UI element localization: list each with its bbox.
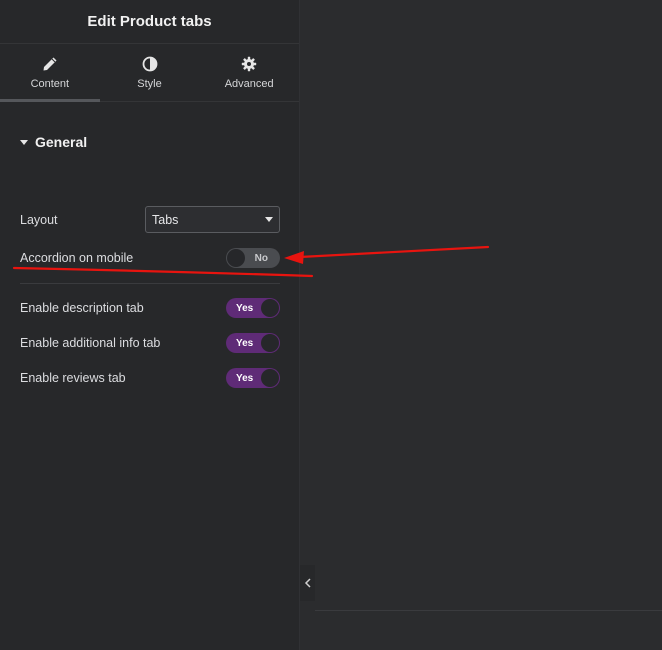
accordion-row: Accordion on mobile No [20,248,280,268]
panel-title: Edit Product tabs [87,13,212,30]
reviews-tab-toggle-state: Yes [236,372,254,384]
panel-header: Edit Product tabs [0,0,299,44]
annotation-arrow-line [298,245,490,259]
layout-select[interactable]: Tabs [145,206,280,233]
collapse-panel-button[interactable] [300,565,315,601]
tab-style-label: Style [137,77,162,90]
additional-info-tab-toggle[interactable]: Yes [226,333,280,353]
divider [20,283,280,284]
layout-label: Layout [20,212,58,227]
toggle-knob [261,334,279,352]
toggle-knob [261,369,279,387]
chevron-left-icon [304,578,311,588]
description-tab-toggle[interactable]: Yes [226,298,280,318]
contrast-icon [142,56,157,71]
preview-divider [315,610,662,611]
tab-advanced[interactable]: Advanced [199,44,299,101]
pencil-icon [43,57,57,70]
accordion-toggle-state: No [254,252,268,264]
panel-tabs: Content Style Advanced [0,44,299,102]
toggle-knob [261,299,279,317]
gear-icon [241,56,257,71]
reviews-tab-label: Enable reviews tab [20,371,126,385]
reviews-tab-row: Enable reviews tab Yes [20,368,280,388]
toggle-knob [227,249,245,267]
tab-advanced-label: Advanced [224,77,274,90]
tab-content-label: Content [30,77,70,90]
additional-info-tab-label: Enable additional info tab [20,336,161,350]
editor-panel: Edit Product tabs Content Style Advanced… [0,0,300,650]
description-tab-label: Enable description tab [20,301,144,315]
description-tab-toggle-state: Yes [236,302,254,314]
layout-select-value: Tabs [152,212,179,227]
tab-content[interactable]: Content [0,44,100,102]
chevron-down-icon [265,217,273,222]
section-general-toggle[interactable]: General [20,134,87,150]
layout-row: Layout Tabs [20,206,280,233]
accordion-label: Accordion on mobile [20,251,134,265]
caret-down-icon [20,139,28,145]
additional-info-tab-toggle-state: Yes [236,337,254,349]
section-title: General [35,134,88,150]
accordion-toggle[interactable]: No [226,248,280,268]
additional-info-tab-row: Enable additional info tab Yes [20,333,280,353]
description-tab-row: Enable description tab Yes [20,298,280,318]
tab-style[interactable]: Style [100,44,200,101]
reviews-tab-toggle[interactable]: Yes [226,368,280,388]
